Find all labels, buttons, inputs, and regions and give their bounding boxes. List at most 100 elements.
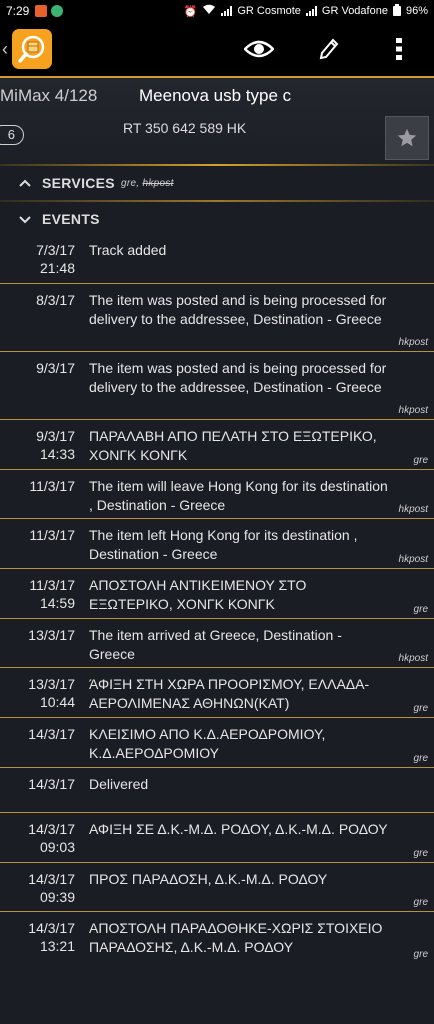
event-row[interactable]: 11/3/17 The item left Hong Kong for its d… xyxy=(0,519,434,569)
event-date: 11/3/17 14:59 xyxy=(0,576,75,612)
favorite-button[interactable] xyxy=(385,116,429,160)
event-date-value: 11/3/17 xyxy=(29,478,75,494)
event-description: ΆΦΙΞΗ ΣΤΗ ΧΩΡΑ ΠΡΟΟΡΙΣΜΟΥ, ΕΛΛΑΔΑ-ΑΕΡΟΛΙ… xyxy=(89,676,370,711)
event-description: ΠΑΡΑΛΑΒΗ ΑΠΟ ΠΕΛΑΤΗ ΣΤΟ ΕΞΩΤΕΡΙΚΟ, ΧΟΝΓΚ… xyxy=(89,428,377,463)
event-source: gre xyxy=(413,848,428,859)
services-disabled-item: hkpost xyxy=(142,177,174,189)
pencil-icon[interactable] xyxy=(294,22,364,76)
parcel-header: MiMax 4/128 Meenova usb type c RT 350 64… xyxy=(0,78,434,164)
event-row[interactable]: 11/3/17 14:59 ΑΠΟΣΤΟΛΗ ΑΝΤΙΚΕΙΜΕΝΟΥ ΣΤΟ ΕΞ… xyxy=(0,569,434,619)
event-description: Delivered xyxy=(89,776,149,792)
event-description: The item was posted and is being process… xyxy=(89,292,387,327)
event-row[interactable]: 8/3/17 The item was posted and is being p… xyxy=(0,284,434,352)
event-row[interactable]: 9/3/17 14:33 ΠΑΡΑΛΑΒΗ ΑΠΟ ΠΕΛΑΤΗ ΣΤΟ ΕΞΩΤΕ… xyxy=(0,420,434,470)
event-date-value: 11/3/17 xyxy=(29,577,75,593)
event-date: 14/3/17 13:21 xyxy=(0,919,75,955)
event-source: hkpost xyxy=(398,337,428,348)
services-label: SERVICES xyxy=(42,175,115,191)
event-date: 11/3/17 xyxy=(0,526,75,544)
signal-icon xyxy=(221,6,233,16)
event-date-value: 13/3/17 xyxy=(28,676,75,692)
event-row[interactable]: 14/3/17 Delivered xyxy=(0,768,434,813)
event-source: gre xyxy=(413,604,428,615)
event-date-value: 7/3/17 xyxy=(36,242,75,258)
event-date-value: 14/3/17 xyxy=(28,821,75,837)
event-time: 09:03 xyxy=(39,839,75,855)
event-date-value: 9/3/17 xyxy=(36,428,75,444)
event-date-value: 14/3/17 xyxy=(28,726,75,742)
event-date: 11/3/17 xyxy=(0,477,75,495)
event-date-value: 13/3/17 xyxy=(28,627,75,643)
parcel-title: Meenova usb type c xyxy=(139,86,292,105)
event-source: gre xyxy=(413,703,428,714)
event-description: Track added xyxy=(89,242,167,258)
event-time: 14:59 xyxy=(39,595,75,611)
event-date: 14/3/17 xyxy=(0,725,75,743)
event-date: 7/3/17 21:48 xyxy=(0,241,75,277)
event-description: The item was posted and is being process… xyxy=(89,360,387,395)
event-description: The item arrived at Greece, Destination … xyxy=(89,627,342,662)
event-description: ΚΛΕΙΣΙΜΟ ΑΠΟ Κ.Δ.ΑΕΡΟΔΡΟΜΙΟΥ, Κ.Δ.ΑΕΡΟΔΡ… xyxy=(89,726,326,761)
chevron-left-icon[interactable]: ‹ xyxy=(2,39,12,60)
event-date: 13/3/17 10:44 xyxy=(0,675,75,711)
event-row[interactable]: 9/3/17 The item was posted and is being p… xyxy=(0,352,434,420)
event-source: gre xyxy=(413,455,428,466)
event-row[interactable]: 13/3/17 The item arrived at Greece, Desti… xyxy=(0,619,434,668)
battery-level: 96% xyxy=(405,5,428,17)
eye-icon[interactable] xyxy=(224,22,294,76)
carrier-1: GR Cosmote xyxy=(237,5,301,17)
event-row[interactable]: 14/3/17 13:21 ΑΠΟΣΤΟΛΗ ΠΑΡΑΔΟΘΗΚΕ-ΧΩΡΙΣ ΣΤ… xyxy=(0,912,434,963)
wifi-icon xyxy=(202,4,216,18)
event-date-value: 11/3/17 xyxy=(29,527,75,543)
event-source: gre xyxy=(413,897,428,908)
event-date: 14/3/17 09:03 xyxy=(0,820,75,856)
event-row[interactable]: 14/3/17 ΚΛΕΙΣΙΜΟ ΑΠΟ Κ.Δ.ΑΕΡΟΔΡΟΜΙΟΥ, Κ.Δ… xyxy=(0,718,434,768)
event-date-value: 14/3/17 xyxy=(28,920,75,936)
chevron-down-icon xyxy=(19,216,31,224)
event-time: 13:21 xyxy=(39,938,75,954)
event-row[interactable]: 11/3/17 The item will leave Hong Kong for… xyxy=(0,470,434,519)
event-description: ΑΠΟΣΤΟΛΗ ΑΝΤΙΚΕΙΜΕΝΟΥ ΣΤΟ ΕΞΩΤΕΡΙΚΟ, ΧΟΝ… xyxy=(89,577,307,612)
services-section-toggle[interactable]: SERVICES gre, hkpost xyxy=(0,166,434,200)
event-description: The item left Hong Kong for its destinat… xyxy=(89,527,358,562)
alarm-icon: ⏰ xyxy=(183,5,198,18)
event-description: ΑΠΟΣΤΟΛΗ ΠΑΡΑΔΟΘΗΚΕ-ΧΩΡΙΣ ΣΤΟΙΧΕΙΟ ΠΑΡΑΔ… xyxy=(89,920,383,955)
status-time: 7:29 xyxy=(6,4,30,18)
event-source: hkpost xyxy=(398,504,428,515)
events-label: EVENTS xyxy=(42,211,100,227)
tracking-number: RT 350 642 589 HK xyxy=(123,120,247,136)
event-row[interactable]: 14/3/17 09:39 ΠΡΟΣ ΠΑΡΑΔΟΣΗ, Δ.Κ.-Μ.Δ. ΡΟΔ… xyxy=(0,863,434,912)
status-indicators: ⏰ GR Cosmote GR Vodafone 96% xyxy=(183,3,428,19)
event-description: The item will leave Hong Kong for its de… xyxy=(89,478,388,513)
count-badge: 6 xyxy=(0,125,24,145)
events-section-toggle[interactable]: EVENTS xyxy=(0,202,434,236)
device-name: MiMax 4/128 xyxy=(0,86,98,105)
event-row[interactable]: 13/3/17 10:44 ΆΦΙΞΗ ΣΤΗ ΧΩΡΑ ΠΡΟΟΡΙΣΜΟΥ, Ε… xyxy=(0,668,434,718)
event-description: ΑΦΙΞΗ ΣΕ Δ.Κ.-Μ.Δ. ΡΟΔΟΥ, Δ.Κ.-Μ.Δ. ΡΟΔΟ… xyxy=(89,821,388,837)
event-source: gre xyxy=(413,753,428,764)
star-icon xyxy=(397,128,417,147)
event-source: hkpost xyxy=(398,405,428,416)
event-date: 9/3/17 14:33 xyxy=(0,427,75,463)
more-vert-icon[interactable] xyxy=(364,22,434,76)
event-date-value: 14/3/17 xyxy=(28,776,75,792)
event-row[interactable]: 7/3/17 21:48 Track added xyxy=(0,234,434,284)
event-time: 21:48 xyxy=(39,260,75,276)
carrier-2: GR Vodafone xyxy=(321,5,388,17)
notification-icon xyxy=(35,5,48,17)
event-date: 8/3/17 xyxy=(0,291,75,309)
event-date: 13/3/17 xyxy=(0,626,75,644)
app-bar: ‹ xyxy=(0,22,434,76)
battery-icon xyxy=(392,3,401,19)
event-date-value: 14/3/17 xyxy=(28,871,75,887)
event-row[interactable]: 14/3/17 09:03 ΑΦΙΞΗ ΣΕ Δ.Κ.-Μ.Δ. ΡΟΔΟΥ, Δ.… xyxy=(0,813,434,863)
package-search-icon[interactable] xyxy=(12,29,52,69)
chevron-up-icon xyxy=(19,179,31,187)
event-description: ΠΡΟΣ ΠΑΡΑΔΟΣΗ, Δ.Κ.-Μ.Δ. ΡΟΔΟΥ xyxy=(89,871,328,887)
services-divider xyxy=(0,200,434,202)
event-time: 14:33 xyxy=(39,446,75,462)
event-time: 10:44 xyxy=(39,694,75,710)
event-source: gre xyxy=(413,949,428,960)
event-time: 09:39 xyxy=(39,889,75,905)
services-list: gre, hkpost xyxy=(120,177,174,189)
